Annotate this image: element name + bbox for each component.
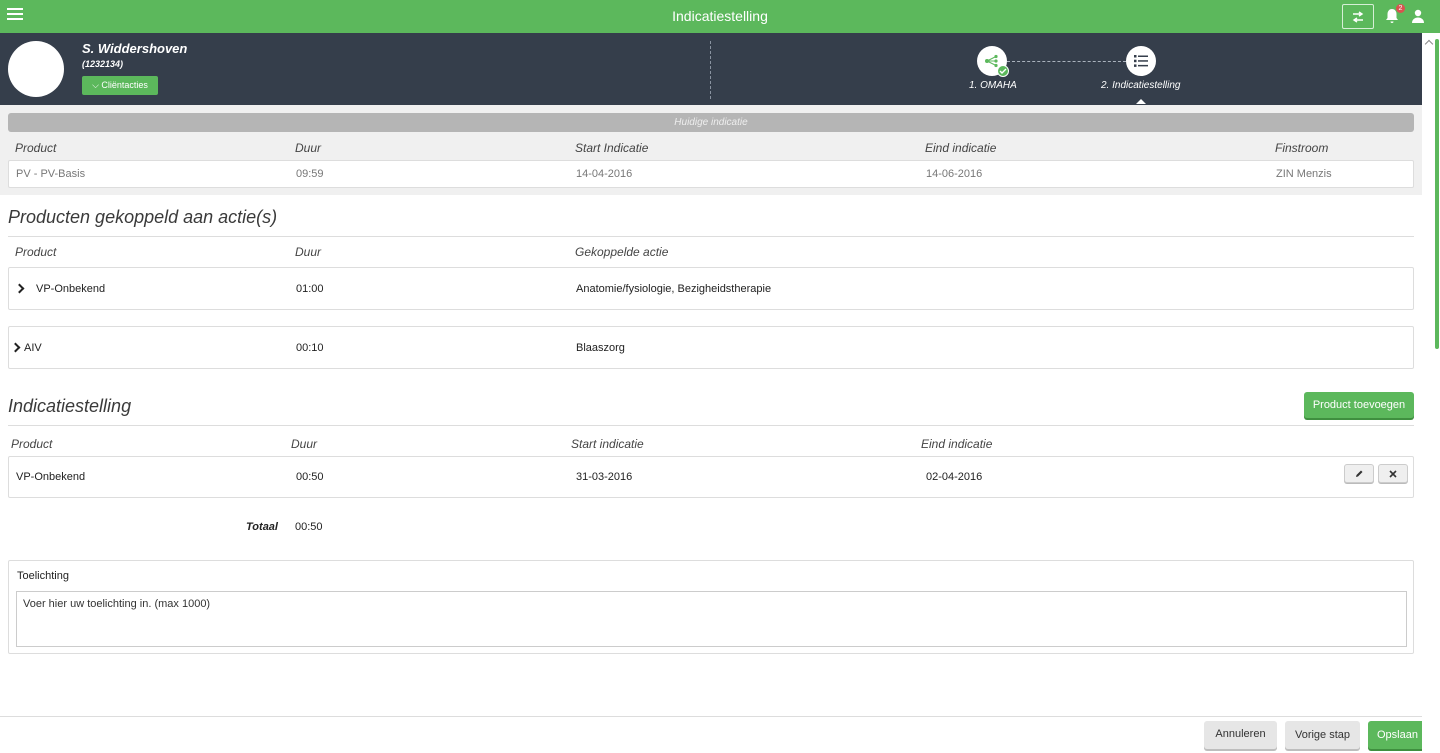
list-icon: [1134, 55, 1148, 67]
total-label: Totaal: [246, 521, 278, 533]
cell-duration: 00:10: [296, 342, 324, 354]
close-icon: [1389, 469, 1397, 478]
cell-duration: 09:59: [296, 168, 324, 180]
current-indication-banner: Huidige indicatie: [8, 113, 1414, 132]
col-header-linked-action: Gekoppelde actie: [575, 245, 669, 259]
table-row: PV - PV-Basis 09:59 14-04-2016 14-06-201…: [8, 160, 1414, 188]
table-row: VP-Onbekend 00:50 31-03-2016 02-04-2016: [8, 456, 1414, 498]
cell-product: PV - PV-Basis: [16, 168, 86, 180]
top-bar: Indicatiestelling 2: [0, 0, 1440, 33]
active-step-caret: [1136, 99, 1146, 104]
cell-start: 31-03-2016: [576, 471, 633, 483]
col-header-product: Product: [15, 245, 57, 259]
swap-icon: [1352, 10, 1364, 23]
step-label-indicatiestelling: 2. Indicatiestelling: [1101, 80, 1181, 91]
scroll-up-icon[interactable]: [1424, 39, 1434, 49]
chevron-right-icon[interactable]: [14, 283, 25, 294]
step-label-omaha: 1. OMAHA: [969, 80, 1017, 91]
col-header-duration: Duur: [295, 245, 322, 259]
client-id: (1232134): [82, 59, 124, 69]
share-icon: [985, 54, 998, 68]
cancel-button[interactable]: Annuleren: [1204, 721, 1277, 749]
explanation-textarea[interactable]: [16, 591, 1407, 647]
col-header-end: Eind indicatie: [921, 437, 993, 451]
client-header: S. Widdershoven (1232134) ⌵ Cliëntacties…: [0, 33, 1422, 105]
cell-end: 02-04-2016: [926, 471, 983, 483]
avatar: [8, 41, 64, 97]
scrollbar[interactable]: [1422, 33, 1440, 753]
cell-product: VP-Onbekend: [16, 471, 86, 483]
scrollbar-thumb[interactable]: [1435, 39, 1439, 349]
chevron-right-icon[interactable]: [10, 342, 21, 353]
cell-finance: ZIN Menzis: [1276, 168, 1332, 180]
divider: [8, 236, 1414, 237]
cell-end: 14-06-2016: [926, 168, 983, 180]
explanation-label: Toelichting: [17, 570, 69, 582]
col-header-duration: Duur: [291, 437, 318, 451]
swap-button[interactable]: [1342, 4, 1374, 29]
indication-title: Indicatiestelling: [8, 396, 132, 416]
cell-linked-action: Blaaszorg: [576, 342, 625, 354]
col-header-start: Start Indicatie: [575, 141, 649, 155]
col-header-product: Product: [11, 437, 53, 451]
client-name: S. Widdershoven: [82, 41, 188, 56]
current-indication-section: Huidige indicatie Product Duur Start Ind…: [0, 105, 1422, 195]
divider: [8, 425, 1414, 426]
pencil-icon: [1355, 470, 1362, 477]
list-item[interactable]: VP-Onbekend 01:00 Anatomie/fysiologie, B…: [8, 267, 1414, 310]
edit-button[interactable]: [1344, 464, 1374, 483]
footer-bar: Annuleren Vorige stap Opslaan: [0, 716, 1427, 753]
col-header-duration: Duur: [295, 141, 322, 155]
col-header-finance: Finstroom: [1275, 141, 1329, 155]
step-connector: [1007, 61, 1126, 62]
cell-duration: 00:50: [296, 471, 324, 483]
cell-duration: 01:00: [296, 283, 324, 295]
previous-step-button[interactable]: Vorige stap: [1285, 721, 1360, 749]
delete-button[interactable]: [1378, 464, 1408, 483]
col-header-product: Product: [15, 141, 57, 155]
header-divider: [710, 41, 711, 99]
page-title: Indicatiestelling: [672, 8, 768, 24]
save-button[interactable]: Opslaan: [1368, 721, 1427, 749]
check-icon: [997, 65, 1009, 77]
linked-products-title: Producten gekoppeld aan actie(s): [8, 207, 278, 227]
cell-linked-action: Anatomie/fysiologie, Bezigheidstherapie: [576, 283, 772, 295]
client-actions-button[interactable]: ⌵ Cliëntacties: [82, 76, 158, 95]
client-actions-label: Cliëntacties: [101, 80, 148, 90]
list-item[interactable]: AIV 00:10 Blaaszorg: [8, 326, 1414, 369]
total-value: 00:50: [295, 521, 323, 533]
cell-product: VP-Onbekend: [36, 283, 106, 295]
step-indicatiestelling[interactable]: [1126, 46, 1156, 76]
col-header-start: Start indicatie: [571, 437, 644, 451]
explanation-panel: Toelichting: [8, 560, 1414, 654]
chevron-down-icon: ⌵: [92, 80, 99, 90]
cell-product: AIV: [24, 342, 42, 354]
notification-badge: 2: [1396, 4, 1405, 13]
user-icon[interactable]: [1411, 9, 1425, 23]
col-header-end: Eind indicatie: [925, 141, 997, 155]
add-product-button[interactable]: Product toevoegen: [1304, 392, 1414, 418]
cell-start: 14-04-2016: [576, 168, 633, 180]
